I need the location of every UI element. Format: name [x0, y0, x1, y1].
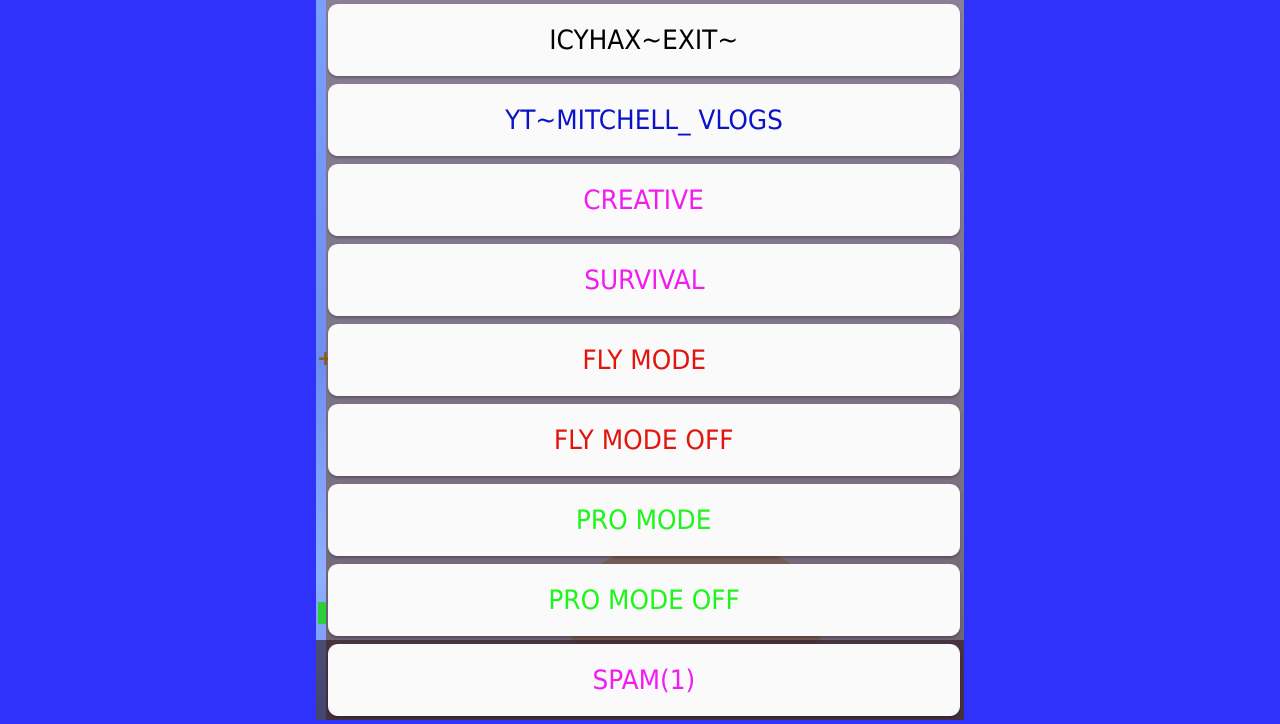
spam-label: SPAM(1) — [592, 664, 696, 696]
spam-button[interactable]: SPAM(1) — [328, 644, 960, 716]
exit-button[interactable]: ICYHAX~EXIT~ — [328, 4, 960, 76]
youtube-credit-label: YT~MITCHELL_ VLOGS — [505, 104, 783, 136]
creative-button[interactable]: CREATIVE — [328, 164, 960, 236]
fly-mode-off-label: FLY MODE OFF — [554, 424, 734, 456]
pro-mode-label: PRO MODE — [576, 504, 712, 536]
screen: + ICYHAX~EXIT~ YT~MITCHELL_ VLOGS CREATI… — [0, 0, 1280, 720]
grass-block — [318, 602, 326, 624]
fly-mode-off-button[interactable]: FLY MODE OFF — [328, 404, 960, 476]
fly-mode-button[interactable]: FLY MODE — [328, 324, 960, 396]
survival-label: SURVIVAL — [583, 264, 705, 296]
pro-mode-off-button[interactable]: PRO MODE OFF — [328, 564, 960, 636]
pro-mode-button[interactable]: PRO MODE — [328, 484, 960, 556]
youtube-credit-button[interactable]: YT~MITCHELL_ VLOGS — [328, 84, 960, 156]
exit-button-label: ICYHAX~EXIT~ — [549, 24, 739, 56]
survival-button[interactable]: SURVIVAL — [328, 244, 960, 316]
creative-label: CREATIVE — [583, 184, 705, 216]
cheat-menu: ICYHAX~EXIT~ YT~MITCHELL_ VLOGS CREATIVE… — [328, 4, 960, 724]
fly-mode-label: FLY MODE — [582, 344, 706, 376]
pro-mode-off-label: PRO MODE OFF — [548, 584, 740, 616]
